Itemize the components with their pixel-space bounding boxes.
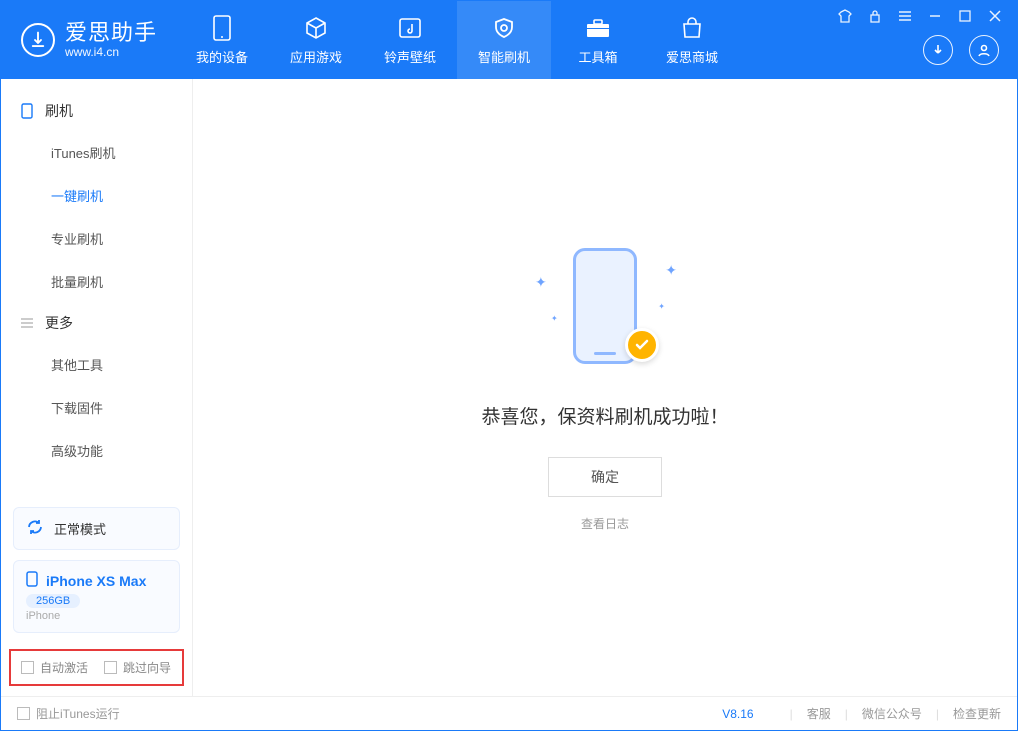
success-illustration: ✦ ✦ ✦ ✦ (515, 244, 695, 374)
nav-ringtone[interactable]: 铃声壁纸 (363, 1, 457, 79)
section-title: 刷机 (45, 101, 73, 121)
header: 爱思助手 www.i4.cn 我的设备 应用游戏 铃声壁纸 智能刷机 (1, 1, 1017, 79)
checkbox-icon (104, 661, 117, 674)
maximize-icon[interactable] (957, 9, 973, 23)
mode-card[interactable]: 正常模式 (13, 507, 180, 550)
checkbox-skip-guide[interactable]: 跳过向导 (104, 659, 171, 676)
sidebar-item-oneclick-flash[interactable]: 一键刷机 (1, 174, 192, 217)
main-content: ✦ ✦ ✦ ✦ 恭喜您，保资料刷机成功啦！ 确定 查看日志 (193, 79, 1017, 696)
nav-toolbox[interactable]: 工具箱 (551, 1, 645, 79)
sidebar-section-flash: 刷机 (1, 91, 192, 131)
sidebar-item-download-firmware[interactable]: 下载固件 (1, 386, 192, 429)
nav-apps[interactable]: 应用游戏 (269, 1, 363, 79)
sidebar-item-itunes-flash[interactable]: iTunes刷机 (1, 131, 192, 174)
checkbox-label: 跳过向导 (123, 659, 171, 676)
version-label: V8.16 (722, 707, 753, 721)
nav-label: 铃声壁纸 (384, 47, 436, 66)
store-icon (679, 15, 705, 41)
menu-icon[interactable] (897, 9, 913, 23)
refresh-shield-icon (491, 15, 517, 41)
checkbox-auto-activate[interactable]: 自动激活 (21, 659, 88, 676)
app-name-cn: 爱思助手 (65, 21, 157, 45)
list-icon (19, 315, 35, 331)
app-window: 爱思助手 www.i4.cn 我的设备 应用游戏 铃声壁纸 智能刷机 (0, 0, 1018, 731)
sparkle-icon: ✦ (551, 314, 558, 323)
checkbox-icon (21, 661, 34, 674)
app-name-en: www.i4.cn (65, 46, 157, 59)
nav: 我的设备 应用游戏 铃声壁纸 智能刷机 工具箱 爱思商城 (175, 1, 739, 79)
logo-text: 爱思助手 www.i4.cn (65, 21, 157, 58)
sidebar-item-advanced[interactable]: 高级功能 (1, 429, 192, 472)
toolbox-icon (585, 15, 611, 41)
device-icon (209, 15, 235, 41)
nav-my-device[interactable]: 我的设备 (175, 1, 269, 79)
sparkle-icon: ✦ (658, 302, 665, 311)
mode-label: 正常模式 (54, 519, 106, 538)
user-button[interactable] (969, 35, 999, 65)
sidebar-item-pro-flash[interactable]: 专业刷机 (1, 217, 192, 260)
nav-label: 爱思商城 (666, 47, 718, 66)
options-highlight: 自动激活 跳过向导 (9, 649, 184, 686)
checkbox-label: 阻止iTunes运行 (36, 705, 120, 722)
ok-button[interactable]: 确定 (548, 457, 662, 497)
sidebar-list-more: 其他工具 下载固件 高级功能 (1, 343, 192, 472)
nav-label: 应用游戏 (290, 47, 342, 66)
sidebar-list-flash: iTunes刷机 一键刷机 专业刷机 批量刷机 (1, 131, 192, 303)
sidebar: 刷机 iTunes刷机 一键刷机 专业刷机 批量刷机 更多 其他工具 下载固件 … (1, 79, 193, 696)
nav-store[interactable]: 爱思商城 (645, 1, 739, 79)
device-card[interactable]: iPhone XS Max 256GB iPhone (13, 560, 180, 633)
sync-icon (26, 518, 44, 539)
success-message: 恭喜您，保资料刷机成功啦！ (481, 402, 728, 429)
shirt-icon[interactable] (837, 9, 853, 23)
minimize-icon[interactable] (927, 9, 943, 23)
phone-small-icon (26, 571, 38, 590)
phone-icon (19, 103, 35, 119)
checkbox-stop-itunes[interactable]: 阻止iTunes运行 (17, 705, 120, 722)
device-name: iPhone XS Max (46, 573, 146, 589)
sidebar-item-other-tools[interactable]: 其他工具 (1, 343, 192, 386)
nav-label: 我的设备 (196, 47, 248, 66)
sparkle-icon: ✦ (665, 262, 677, 279)
cube-icon (303, 15, 329, 41)
checkbox-label: 自动激活 (40, 659, 88, 676)
window-controls (837, 9, 1003, 23)
logo: 爱思助手 www.i4.cn (1, 21, 175, 58)
view-log-link[interactable]: 查看日志 (581, 515, 629, 532)
nav-label: 工具箱 (579, 47, 618, 66)
download-button[interactable] (923, 35, 953, 65)
device-storage: 256GB (26, 594, 80, 608)
footer: 阻止iTunes运行 V8.16 | 客服 | 微信公众号 | 检查更新 (1, 696, 1017, 730)
nav-label: 智能刷机 (478, 47, 530, 66)
body: 刷机 iTunes刷机 一键刷机 专业刷机 批量刷机 更多 其他工具 下载固件 … (1, 79, 1017, 696)
checkbox-icon (17, 707, 30, 720)
checkmark-badge-icon (625, 328, 659, 362)
music-folder-icon (397, 15, 423, 41)
logo-icon (21, 23, 55, 57)
footer-link-update[interactable]: 检查更新 (953, 705, 1001, 722)
device-type: iPhone (26, 610, 167, 622)
sidebar-section-more: 更多 (1, 303, 192, 343)
header-actions (923, 35, 999, 65)
close-icon[interactable] (987, 9, 1003, 23)
sidebar-item-batch-flash[interactable]: 批量刷机 (1, 260, 192, 303)
footer-link-support[interactable]: 客服 (807, 705, 831, 722)
lock-icon[interactable] (867, 9, 883, 23)
section-title: 更多 (45, 313, 73, 333)
sparkle-icon: ✦ (535, 274, 547, 291)
nav-flash[interactable]: 智能刷机 (457, 1, 551, 79)
footer-link-wechat[interactable]: 微信公众号 (862, 705, 922, 722)
